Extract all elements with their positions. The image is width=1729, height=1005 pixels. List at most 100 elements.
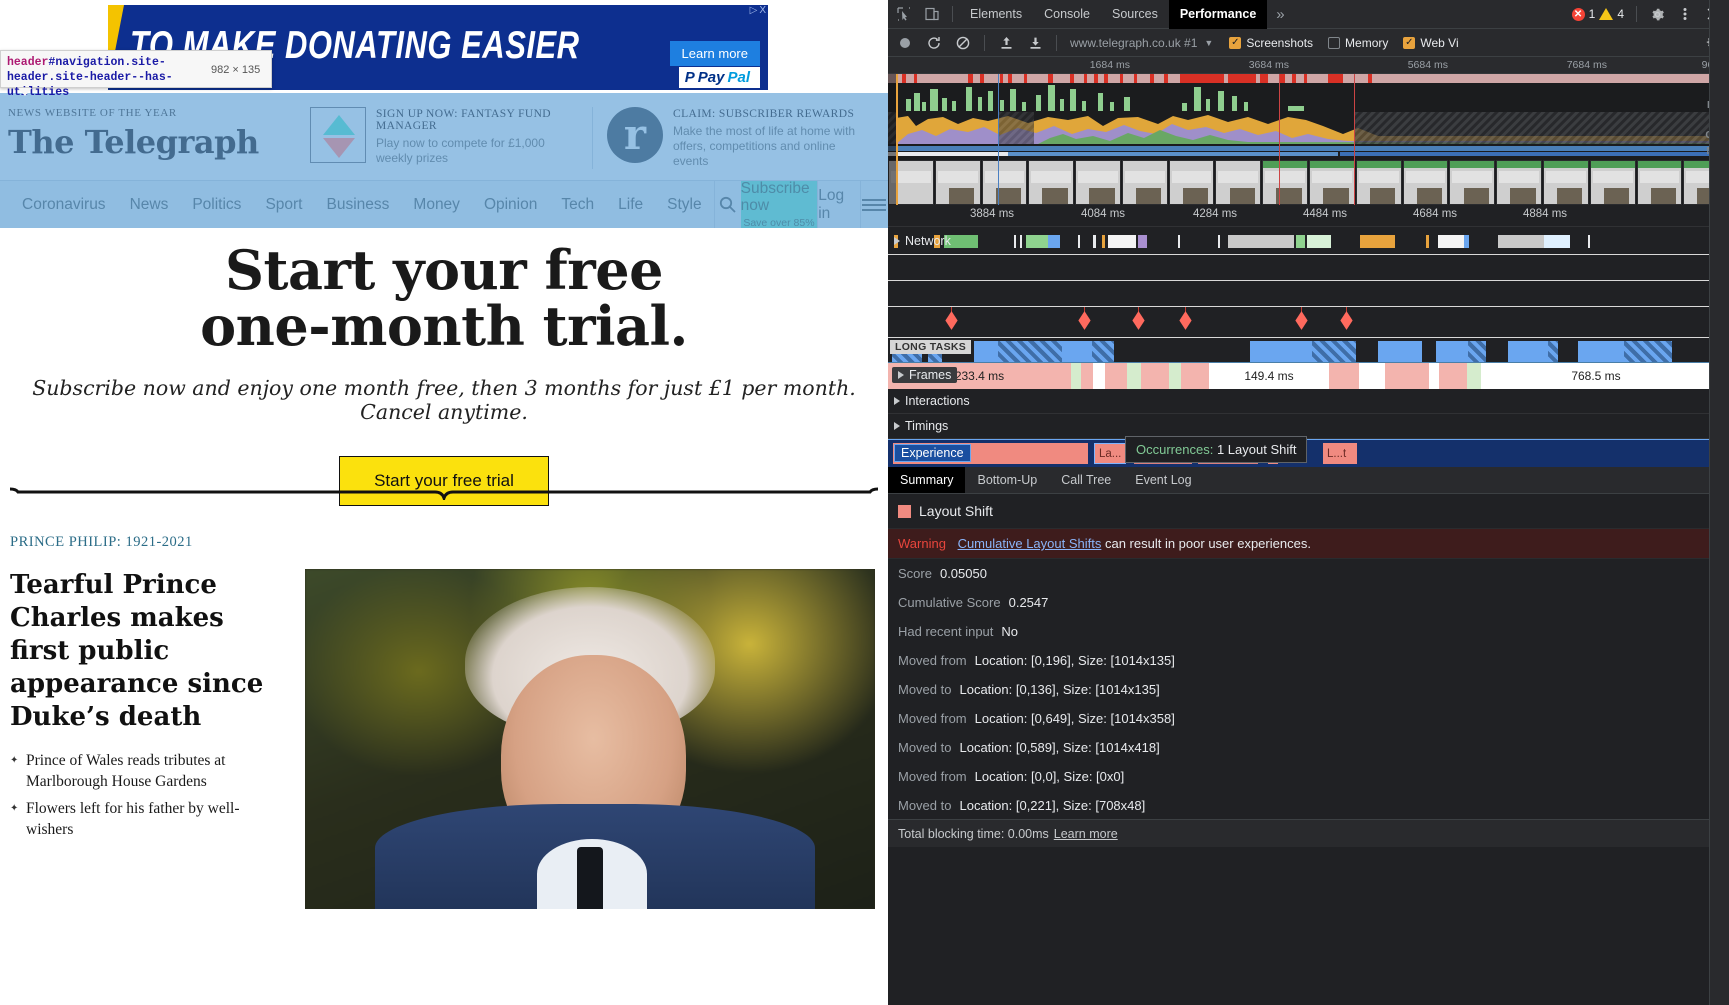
filmstrip-frame[interactable]	[1028, 160, 1075, 205]
inspect-element-icon[interactable]	[890, 1, 918, 27]
network-track-header[interactable]: Network	[892, 233, 953, 249]
timeline-overview[interactable]: 1684 ms 3684 ms 5684 ms 7684 ms 9684 ms	[888, 57, 1729, 205]
adchoices-icon[interactable]: ▷ X	[750, 6, 766, 16]
chevron-right-icon[interactable]	[898, 371, 904, 379]
profile-selector-value[interactable]: www.telegraph.co.uk #1	[1064, 36, 1203, 50]
learn-more-link[interactable]: Learn more	[1054, 827, 1118, 841]
search-icon[interactable]	[713, 181, 741, 228]
web-vital-marker[interactable]	[1340, 311, 1353, 330]
clear-icon[interactable]	[949, 30, 977, 56]
web-vital-marker[interactable]	[1295, 311, 1308, 330]
nav-item-money[interactable]: Money	[401, 181, 472, 229]
promo-fantasy-fund-manager[interactable]: SIGN UP NOW: FANTASY FUND MANAGER Play n…	[296, 107, 592, 166]
reload-and-record-icon[interactable]	[920, 30, 948, 56]
filmstrip-frame[interactable]	[1496, 160, 1542, 205]
overview-selection-start-handle[interactable]	[1279, 74, 1280, 205]
network-track[interactable]: Network	[888, 227, 1729, 255]
experience-track[interactable]: ut Shift La... L...t Experience Occurren…	[888, 436, 1729, 467]
layout-shift-chip[interactable]: L...t	[1323, 443, 1357, 464]
web-vitals-checkbox[interactable]: ✓ Web Vi	[1396, 36, 1465, 50]
memory-checkbox[interactable]: Memory	[1321, 36, 1395, 50]
adchoices-triangle-icon[interactable]: ▷	[750, 6, 758, 16]
filmstrip-frame[interactable]	[888, 160, 934, 205]
download-profile-icon[interactable]	[1021, 30, 1049, 56]
interactions-track[interactable]: Interactions	[888, 389, 1729, 414]
kebab-menu-icon[interactable]	[1671, 1, 1699, 27]
tab-sources[interactable]: Sources	[1101, 0, 1169, 29]
filmstrip-frame[interactable]	[1262, 160, 1309, 205]
tab-event-log[interactable]: Event Log	[1123, 467, 1203, 493]
nav-item-style[interactable]: Style	[655, 181, 713, 229]
nav-item-opinion[interactable]: Opinion	[472, 181, 549, 229]
nav-item-news[interactable]: News	[118, 181, 181, 229]
chevron-right-icon[interactable]	[894, 397, 900, 405]
article-headline[interactable]: Tearful Prince Charles makes first publi…	[10, 570, 263, 732]
chevron-down-icon[interactable]: ▼	[1204, 38, 1221, 48]
frame-segment[interactable]: 149.4 ms	[1209, 363, 1329, 389]
filmstrip-frame[interactable]	[1309, 160, 1355, 205]
filmstrip-frame[interactable]	[1636, 160, 1683, 205]
frame-segment[interactable]: 768.5 ms	[1481, 363, 1711, 389]
screenshots-checkbox[interactable]: ✓ Screenshots	[1222, 36, 1320, 50]
filmstrip-frame[interactable]	[1215, 160, 1262, 205]
issue-counters[interactable]: ✕ 1 4	[1566, 7, 1630, 21]
interactions-track-header[interactable]: Interactions	[892, 393, 972, 409]
web-vital-marker[interactable]	[1132, 311, 1145, 330]
login-link[interactable]: Log in	[817, 181, 860, 228]
gear-icon[interactable]	[1643, 1, 1671, 27]
frames-track-header[interactable]: Frames	[892, 367, 958, 383]
tab-console[interactable]: Console	[1033, 0, 1101, 29]
telegraph-logo[interactable]: The Telegraph	[8, 123, 296, 161]
nav-item-coronavirus[interactable]: Coronavirus	[10, 181, 118, 229]
chevron-right-icon[interactable]	[894, 236, 900, 245]
tab-performance[interactable]: Performance	[1168, 0, 1268, 29]
more-tabs-icon[interactable]: »	[1267, 0, 1293, 29]
tab-call-tree[interactable]: Call Tree	[1049, 467, 1123, 493]
web-vital-marker[interactable]	[1179, 311, 1192, 330]
nav-item-tech[interactable]: Tech	[549, 181, 606, 229]
filmstrip-frame[interactable]	[1449, 160, 1496, 205]
record-icon[interactable]	[891, 30, 919, 56]
ad-learn-more-button[interactable]: Learn more	[669, 41, 760, 66]
timings-track-header[interactable]: Timings	[892, 418, 950, 434]
filmstrip-frame[interactable]	[1402, 160, 1449, 205]
filmstrip-frame[interactable]	[1589, 160, 1636, 205]
web-vital-marker[interactable]	[1078, 311, 1091, 330]
brand-block[interactable]: NEWS WEBSITE OF THE YEAR The Telegraph	[0, 93, 296, 161]
timings-track[interactable]: Timings	[888, 414, 1729, 439]
filmstrip-frame[interactable]	[1121, 160, 1168, 205]
filmstrip-frame[interactable]	[1168, 160, 1215, 205]
article-photo[interactable]	[305, 569, 875, 909]
frames-track[interactable]: 233.4 ms 149.4 ms 768.5 ms Frames	[888, 363, 1729, 389]
filmstrip[interactable]	[888, 160, 1729, 205]
filmstrip-frame[interactable]	[1542, 160, 1589, 205]
long-tasks-track[interactable]: LONG TASKS	[888, 337, 1729, 363]
tab-summary[interactable]: Summary	[888, 467, 966, 493]
promo-subscriber-rewards[interactable]: r CLAIM: SUBSCRIBER REWARDS Make the mos…	[592, 107, 888, 169]
article-kicker[interactable]: PRINCE PHILIP: 1921-2021	[10, 534, 878, 551]
chevron-right-icon[interactable]	[894, 422, 900, 430]
web-vitals-markers-track[interactable]	[888, 307, 1729, 337]
list-item[interactable]: Prince of Wales reads tributes at Marlbo…	[10, 750, 285, 792]
nav-item-politics[interactable]: Politics	[180, 181, 253, 229]
layout-shift-chip-selected[interactable]: La...	[1094, 443, 1126, 464]
timeline-tracks[interactable]: Network LONG TASKS 233.4 ms 149.4 ms 768…	[888, 227, 1729, 467]
filmstrip-frame[interactable]	[1075, 160, 1121, 205]
upload-profile-icon[interactable]	[992, 30, 1020, 56]
subscribe-now-button[interactable]: Subscribe now Save over 85%	[740, 180, 818, 228]
filmstrip-frame[interactable]	[981, 160, 1028, 205]
tab-elements[interactable]: Elements	[959, 0, 1033, 29]
nav-item-business[interactable]: Business	[315, 181, 402, 229]
filmstrip-frame[interactable]	[1355, 160, 1402, 205]
nav-item-sport[interactable]: Sport	[253, 181, 314, 229]
overview-selection-end-handle[interactable]	[1354, 74, 1355, 205]
filmstrip-frame[interactable]	[934, 160, 981, 205]
hamburger-icon[interactable]	[859, 181, 888, 228]
list-item[interactable]: Flowers left for his father by well-wish…	[10, 798, 285, 840]
cumulative-layout-shifts-link[interactable]: Cumulative Layout Shifts	[958, 536, 1102, 551]
nav-item-life[interactable]: Life	[606, 181, 655, 229]
ad-close-icon[interactable]: X	[759, 6, 766, 16]
device-toolbar-icon[interactable]	[918, 1, 946, 27]
web-vital-marker[interactable]	[945, 311, 958, 330]
tab-bottom-up[interactable]: Bottom-Up	[965, 467, 1049, 493]
